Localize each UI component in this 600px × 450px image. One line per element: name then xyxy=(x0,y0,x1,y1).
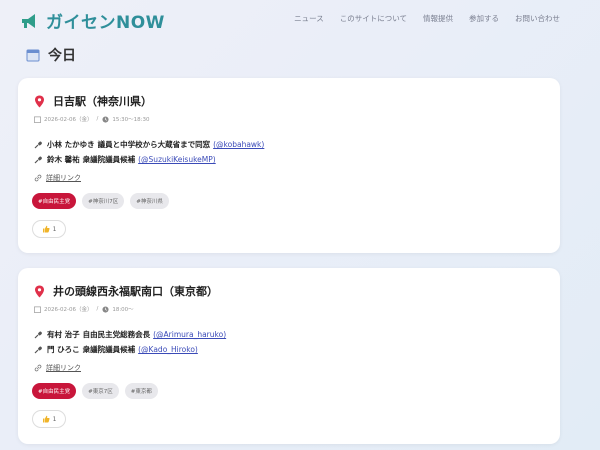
microphone-icon xyxy=(34,331,42,338)
section-title: 今日 xyxy=(48,48,76,64)
event-date: 2026-02-06（金） xyxy=(44,117,93,123)
like-count: 1 xyxy=(52,225,57,233)
speaker-list: 有村 治子 自由民主党総務会長 (@Arimura_haruko) 門 ひろこ … xyxy=(34,327,226,357)
speaker-role: 衆議院議員候補 xyxy=(82,155,136,164)
event-card: 井の頭線西永福駅南口（東京都） 2026-02-06（金） / 18:00〜 有… xyxy=(18,268,560,444)
microphone-icon xyxy=(34,141,42,148)
speaker-list: 小林 たかゆき 議員と中学校から大蔵省まで同窓 (@kobahawk) 鈴木 馨… xyxy=(34,137,264,167)
link-icon xyxy=(34,174,42,182)
section-header: 今日 xyxy=(26,45,76,65)
speaker-item: 小林 たかゆき 議員と中学校から大蔵省まで同窓 (@kobahawk) xyxy=(34,137,264,152)
speaker-role: 衆議院議員候補 xyxy=(82,345,136,354)
speaker-item: 有村 治子 自由民主党総務会長 (@Arimura_haruko) xyxy=(34,327,226,342)
calendar-icon xyxy=(26,49,40,62)
tag-list: #自由民主党 #東京7区 #東京都 xyxy=(32,383,158,399)
detail-link-label: 詳細リンク xyxy=(46,364,81,372)
event-date: 2026-02-06（金） xyxy=(44,307,93,313)
tag-district[interactable]: #東京7区 xyxy=(82,383,119,399)
calendar-icon xyxy=(34,306,41,313)
speaker-handle-link[interactable]: (@kobahawk) xyxy=(213,140,264,149)
event-location: 日吉駅（神奈川県） xyxy=(34,93,152,109)
tag-list: #自由民主党 #神奈川7区 #神奈川県 xyxy=(32,193,169,209)
speaker-item: 門 ひろこ 衆議院議員候補 (@Kado_Hiroko) xyxy=(34,342,226,357)
pin-icon xyxy=(35,95,44,107)
speaker-item: 鈴木 馨祐 衆議院議員候補 (@SuzukiKeisukeMP) xyxy=(34,152,264,167)
nav-contact[interactable]: お問い合わせ xyxy=(515,13,560,24)
event-station: 日吉駅（神奈川県） xyxy=(53,95,152,108)
site-title: ガイセンNOW xyxy=(46,13,165,33)
tag-party[interactable]: #自由民主党 xyxy=(32,193,77,209)
site-header: ガイセンNOW ニュース このサイトについて 情報提供 参加する お問い合わせ xyxy=(0,0,600,40)
clock-icon xyxy=(102,305,109,313)
detail-link[interactable]: 詳細リンク xyxy=(34,173,81,183)
like-button[interactable]: 1 xyxy=(32,410,66,428)
detail-link-label: 詳細リンク xyxy=(46,174,81,182)
tag-district[interactable]: #神奈川7区 xyxy=(82,193,125,209)
event-time: 15:30〜18:30 xyxy=(112,117,150,123)
tag-prefecture[interactable]: #東京都 xyxy=(124,383,158,399)
nav-submit-info[interactable]: 情報提供 xyxy=(423,13,453,24)
event-datetime: 2026-02-06（金） / 15:30〜18:30 xyxy=(34,115,150,123)
speaker-handle-link[interactable]: (@Kado_Hiroko) xyxy=(138,345,198,354)
like-count: 1 xyxy=(52,415,57,423)
speaker-name: 小林 たかゆき xyxy=(47,140,95,149)
speaker-name: 有村 治子 xyxy=(47,330,80,339)
megaphone-icon xyxy=(22,13,35,28)
pin-icon xyxy=(35,285,44,297)
speaker-role: 自由民主党総務会長 xyxy=(82,330,151,339)
meta-separator: / xyxy=(96,306,99,312)
thumbs-up-icon xyxy=(42,225,50,233)
event-datetime: 2026-02-06（金） / 18:00〜 xyxy=(34,305,134,313)
tag-prefecture[interactable]: #神奈川県 xyxy=(130,193,169,209)
event-time: 18:00〜 xyxy=(112,307,134,313)
speaker-name: 門 ひろこ xyxy=(47,345,80,354)
clock-icon xyxy=(102,115,109,123)
site-logo[interactable]: ガイセンNOW xyxy=(20,8,165,33)
main-nav: ニュース このサイトについて 情報提供 参加する お問い合わせ xyxy=(294,13,560,24)
speaker-name: 鈴木 馨祐 xyxy=(47,155,80,164)
speaker-handle-link[interactable]: (@SuzukiKeisukeMP) xyxy=(138,155,216,164)
event-card: 日吉駅（神奈川県） 2026-02-06（金） / 15:30〜18:30 小林… xyxy=(18,78,560,253)
nav-news[interactable]: ニュース xyxy=(294,13,324,24)
like-button[interactable]: 1 xyxy=(32,220,66,238)
tag-party[interactable]: #自由民主党 xyxy=(32,383,77,399)
microphone-icon xyxy=(34,156,42,163)
calendar-icon xyxy=(34,116,41,123)
thumbs-up-icon xyxy=(42,415,50,423)
nav-about[interactable]: このサイトについて xyxy=(340,13,407,24)
microphone-icon xyxy=(34,346,42,353)
event-station: 井の頭線西永福駅南口（東京都） xyxy=(53,285,218,298)
link-icon xyxy=(34,364,42,372)
nav-join[interactable]: 参加する xyxy=(469,13,499,24)
speaker-role: 議員と中学校から大蔵省まで同窓 xyxy=(97,140,211,149)
event-location: 井の頭線西永福駅南口（東京都） xyxy=(34,283,218,299)
meta-separator: / xyxy=(96,116,99,122)
speaker-handle-link[interactable]: (@Arimura_haruko) xyxy=(153,330,226,339)
detail-link[interactable]: 詳細リンク xyxy=(34,363,81,373)
